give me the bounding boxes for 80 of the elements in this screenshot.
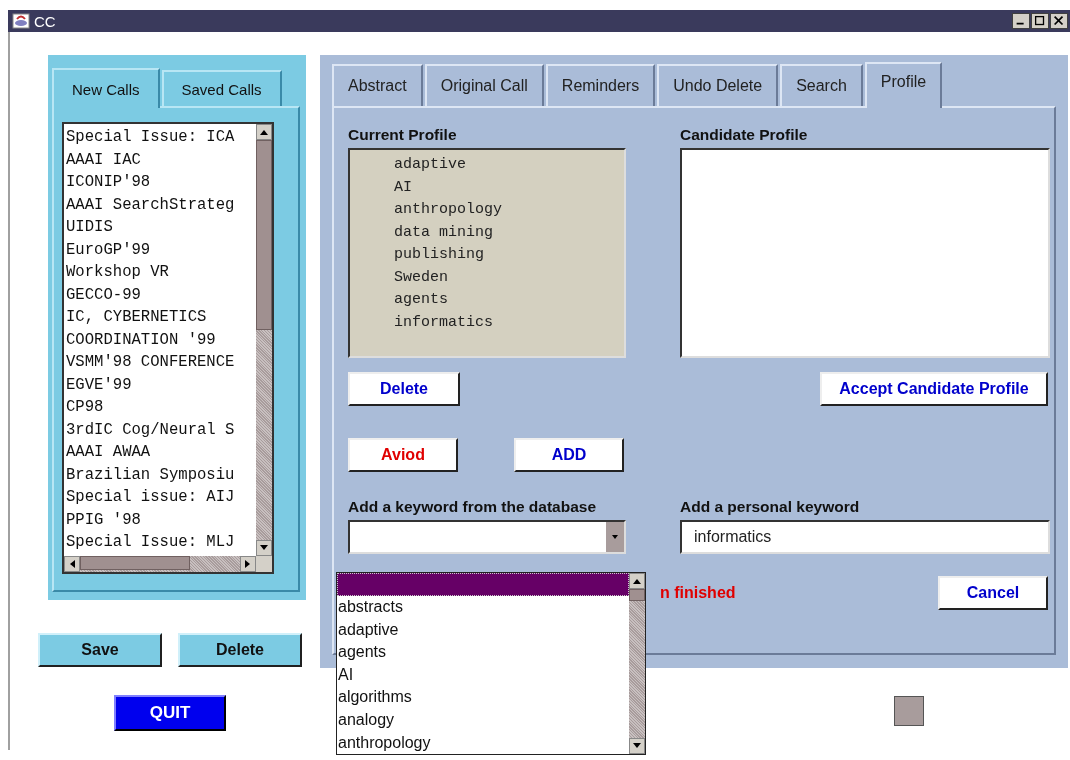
call-item[interactable]: AAAI SearchStrateg (66, 193, 256, 216)
main-tab[interactable]: Profile (864, 62, 943, 108)
calls-tab[interactable]: New Calls (52, 68, 160, 108)
call-item[interactable]: AAAI AWAA (66, 441, 256, 464)
main-tab[interactable]: Search (780, 64, 863, 106)
main-tab[interactable]: Abstract (332, 64, 423, 106)
main-tab[interactable]: Undo Delete (657, 64, 779, 106)
quit-button[interactable]: QUIT (114, 695, 226, 731)
dropdown-option[interactable]: adaptive (337, 618, 629, 642)
call-item[interactable]: AAAI IAC (66, 148, 256, 171)
call-item[interactable]: Workshop VR (66, 261, 256, 284)
call-item[interactable]: Special issue: AIJ (66, 486, 256, 509)
personal-keyword-label: Add a personal keyword (680, 498, 861, 517)
horizontal-scrollbar[interactable] (64, 556, 256, 572)
profile-keyword[interactable]: AI (394, 176, 624, 199)
dropdown-option[interactable]: algorithms (337, 686, 629, 709)
minimize-icon[interactable] (1012, 13, 1030, 29)
maximize-icon[interactable] (1031, 13, 1049, 29)
database-keyword-label: Add a keyword from the database (348, 498, 598, 517)
profile-keyword[interactable]: anthropology (394, 199, 624, 222)
personal-keyword-field[interactable]: informatics (680, 520, 1050, 554)
dropdown-scrollbar[interactable] (629, 573, 645, 754)
left-arrow-icon[interactable] (69, 560, 75, 568)
call-item[interactable]: Special Issue: ICA (66, 126, 256, 149)
profile-keyword[interactable]: data mining (394, 221, 624, 244)
dropdown-option[interactable]: AI (337, 663, 629, 687)
call-item[interactable]: Brazilian Symposiu (66, 463, 256, 486)
vertical-scrollbar[interactable] (256, 124, 272, 556)
call-item[interactable]: Special Issue: MLJ (66, 531, 256, 554)
database-keyword-dropdown[interactable] (348, 520, 626, 554)
scrollbar-thumb[interactable] (629, 589, 645, 601)
accept-candidate-button[interactable]: Accept Candidate Profile (820, 372, 1048, 406)
dropdown-option[interactable]: agents (337, 641, 629, 664)
close-icon[interactable] (1050, 13, 1068, 29)
cancel-button[interactable]: Cancel (938, 576, 1048, 610)
highlighted-option[interactable] (337, 573, 629, 596)
right-arrow-icon[interactable] (245, 560, 251, 568)
call-item[interactable]: ICONIP'98 (66, 171, 256, 194)
window-title: CC (34, 12, 56, 30)
avoid-button[interactable]: Aviod (348, 438, 458, 472)
up-arrow-icon[interactable] (633, 578, 641, 584)
calls-tab[interactable]: Saved Calls (161, 70, 282, 106)
call-item[interactable]: 3rdIC Cog/Neural S (66, 418, 256, 441)
dropdown-list[interactable]: abstracts adaptive agents AI algorithms analogy anthropology (336, 572, 646, 755)
down-arrow-icon[interactable] (260, 545, 268, 551)
call-item[interactable]: GECCO-99 (66, 283, 256, 306)
call-item[interactable]: UIDIS (66, 216, 256, 239)
dropdown-option[interactable]: analogy (337, 708, 629, 732)
call-item[interactable]: COORDINATION '99 (66, 328, 256, 351)
profile-keyword[interactable]: publishing (394, 244, 624, 267)
call-item[interactable]: PPIG '98 (66, 508, 256, 531)
add-button[interactable]: ADD (514, 438, 624, 472)
scrollbar-thumb[interactable] (256, 140, 272, 330)
call-item[interactable]: VSMM'98 CONFERENCE (66, 351, 256, 374)
color-swatch[interactable] (894, 696, 924, 726)
status-message: n finished (660, 584, 736, 602)
call-item[interactable]: IC, CYBERNETICS (66, 306, 256, 329)
scrollbar-corner (256, 556, 272, 572)
delete-profile-button[interactable]: Delete (348, 372, 460, 406)
scrollbar-thumb[interactable] (80, 556, 190, 570)
save-button[interactable]: Save (38, 633, 162, 667)
call-item[interactable]: CP98 (66, 396, 256, 419)
dropdown-option[interactable]: abstracts (337, 596, 629, 619)
current-profile-label: Current Profile (348, 126, 458, 145)
app-icon (12, 12, 30, 30)
delete-button[interactable]: Delete (178, 633, 302, 667)
profile-keyword[interactable]: Sweden (394, 266, 624, 289)
calls-list[interactable] (62, 122, 274, 574)
call-item[interactable]: EuroGP'99 (66, 238, 256, 261)
candidate-profile-label: Candidate Profile (680, 126, 809, 145)
main-tab[interactable]: Original Call (424, 64, 544, 106)
current-profile-list[interactable]: adaptive AI anthropology data mining publishing Sweden agents informatics (348, 148, 626, 358)
profile-keyword[interactable]: adaptive (394, 154, 624, 177)
dropdown-option[interactable]: anthropology (337, 731, 629, 754)
call-item[interactable]: EGVE'99 (66, 373, 256, 396)
profile-keyword[interactable]: agents (394, 289, 624, 312)
main-tab[interactable]: Reminders (545, 64, 656, 106)
down-arrow-icon[interactable] (633, 743, 641, 749)
profile-keyword[interactable]: informatics (394, 311, 624, 334)
up-arrow-icon[interactable] (260, 129, 268, 135)
